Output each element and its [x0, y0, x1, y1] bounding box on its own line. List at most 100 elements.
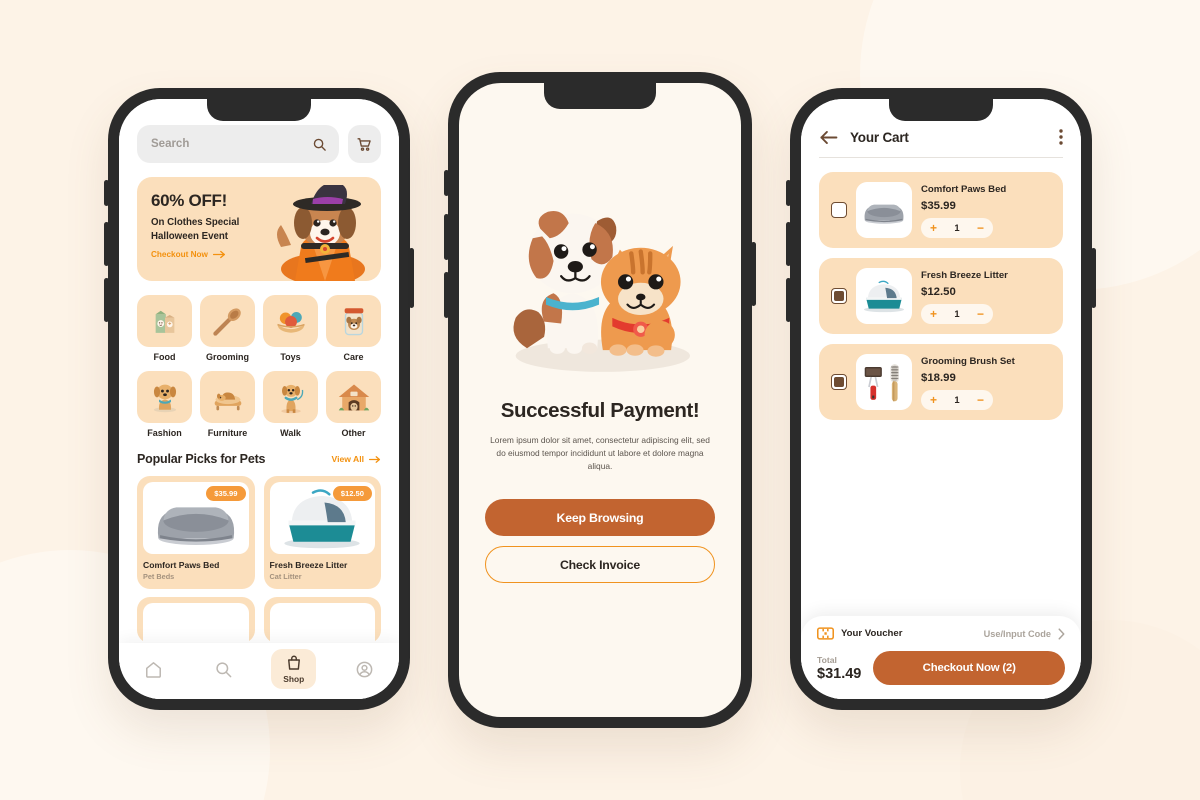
cart-button[interactable]	[348, 125, 381, 163]
product-card[interactable]	[137, 597, 255, 643]
cart-item-price: $18.99	[921, 371, 956, 384]
cart-screen: Your Cart Comfort Paws Bed $35.99 + 1 − …	[801, 99, 1081, 699]
cart-item-info: Grooming Brush Set $18.99 + 1 −	[921, 355, 1051, 410]
phone-button-power	[409, 248, 414, 308]
search-input[interactable]	[151, 138, 306, 150]
search-icon[interactable]	[312, 137, 327, 152]
tab-account[interactable]	[343, 655, 386, 684]
tab-shop[interactable]: Shop	[271, 649, 317, 689]
quantity-decrease-button[interactable]: −	[977, 308, 984, 320]
dog-on-leash-icon	[263, 371, 318, 423]
voucher-action-label[interactable]: Use/Input Code	[984, 629, 1051, 639]
ticket-icon	[817, 627, 834, 640]
phone-button-volume-up	[786, 222, 791, 266]
quantity-stepper[interactable]: + 1 −	[921, 303, 993, 324]
cart-footer: Your Voucher Use/Input Code Total $31.49…	[801, 616, 1081, 699]
quantity-value: 1	[954, 222, 960, 233]
arrow-left-icon[interactable]	[819, 130, 838, 145]
cart-item-checkbox[interactable]	[831, 288, 847, 304]
phone-button-power	[751, 242, 756, 306]
cart-item-name: Grooming Brush Set	[921, 355, 1015, 367]
product-price-badge: $12.50	[332, 486, 372, 501]
phone-button-mute	[786, 180, 791, 206]
category-label: Food	[153, 352, 176, 362]
product-price-badge: $35.99	[206, 486, 246, 501]
dog-in-witch-hat-illustration	[277, 185, 365, 281]
quantity-increase-button[interactable]: +	[930, 394, 937, 406]
quantity-increase-button[interactable]: +	[930, 222, 937, 234]
category-item-fashion[interactable]: Fashion	[137, 371, 192, 438]
cart-item-info: Fresh Breeze Litter $12.50 + 1 −	[921, 269, 1051, 324]
dog-with-scarf-icon	[137, 371, 192, 423]
quantity-stepper[interactable]: + 1 −	[921, 217, 993, 238]
more-vertical-icon[interactable]	[1059, 129, 1063, 145]
view-all-link[interactable]: View All	[332, 454, 381, 464]
promo-subline-1: On Clothes Special	[151, 217, 240, 228]
cart-item-name: Fresh Breeze Litter	[921, 269, 1008, 281]
user-account-icon	[355, 660, 374, 679]
phone-button-volume-down	[444, 272, 449, 318]
category-item-other[interactable]: Other	[326, 371, 381, 438]
bottom-tab-bar: Shop	[119, 643, 399, 699]
arrow-right-icon	[369, 455, 381, 464]
shopping-bag-icon	[285, 654, 303, 672]
tab-search[interactable]	[202, 655, 245, 684]
category-item-care[interactable]: Care	[326, 295, 381, 362]
category-item-food[interactable]: Food	[137, 295, 192, 362]
promo-banner[interactable]: 60% OFF! On Clothes Special Halloween Ev…	[137, 177, 381, 281]
phone-notch	[544, 83, 656, 109]
quantity-decrease-button[interactable]: −	[977, 222, 984, 234]
product-grid-next-row	[137, 597, 381, 643]
product-category: Cat Litter	[269, 572, 302, 581]
table-row[interactable]: Grooming Brush Set $18.99 + 1 −	[819, 344, 1063, 420]
ball-toys-bowl-icon	[263, 295, 318, 347]
category-item-furniture[interactable]: Furniture	[200, 371, 255, 438]
home-screen: 60% OFF! On Clothes Special Halloween Ev…	[119, 99, 399, 699]
table-row[interactable]: Fresh Breeze Litter $12.50 + 1 −	[819, 258, 1063, 334]
cart-header-row: Your Cart	[819, 129, 1063, 145]
cart-item-checkbox[interactable]	[831, 374, 847, 390]
phone-notch	[207, 99, 311, 121]
category-label: Other	[341, 428, 366, 438]
phone-button-mute	[104, 180, 109, 206]
category-label: Toys	[280, 352, 301, 362]
view-all-label: View All	[331, 454, 364, 464]
quantity-value: 1	[954, 308, 960, 319]
table-row[interactable]: Comfort Paws Bed $35.99 + 1 −	[819, 172, 1063, 248]
home-scroll-area[interactable]: 60% OFF! On Clothes Special Halloween Ev…	[119, 99, 399, 643]
keep-browsing-button[interactable]: Keep Browsing	[485, 499, 715, 536]
quantity-increase-button[interactable]: +	[930, 308, 937, 320]
tab-home[interactable]	[132, 655, 175, 684]
phone-button-volume-up	[444, 214, 449, 260]
search-icon	[214, 660, 233, 679]
category-item-walk[interactable]: Walk	[263, 371, 318, 438]
product-card[interactable]	[263, 597, 381, 643]
shopping-cart-icon	[356, 136, 373, 153]
cart-item-checkbox[interactable]	[831, 202, 847, 218]
search-bar[interactable]	[137, 125, 339, 163]
phone-button-volume-up	[104, 222, 109, 266]
category-label: Fashion	[147, 428, 182, 438]
category-item-toys[interactable]: Toys	[263, 295, 318, 362]
quantity-stepper[interactable]: + 1 −	[921, 389, 993, 410]
category-grid: Food Grooming Toys Care Fashion Furnitur…	[137, 295, 381, 438]
checkout-button[interactable]: Checkout Now (2)	[873, 651, 1065, 685]
phone-button-volume-down	[786, 278, 791, 322]
voucher-row[interactable]: Your Voucher Use/Input Code	[817, 627, 1065, 640]
phone-notch	[889, 99, 993, 121]
cart-item-price: $12.50	[921, 285, 956, 298]
quantity-decrease-button[interactable]: −	[977, 394, 984, 406]
product-card[interactable]: $12.50 Fresh Breeze Litter Cat Litter	[263, 476, 381, 589]
phone-button-power	[1091, 248, 1096, 308]
product-name: Comfort Paws Bed	[143, 560, 220, 570]
check-invoice-button[interactable]: Check Invoice	[485, 546, 715, 583]
dog-and-cat-illustration	[513, 210, 691, 372]
total-row: Total $31.49 Checkout Now (2)	[817, 651, 1065, 685]
total-box: Total $31.49	[817, 655, 861, 682]
total-value: $31.49	[817, 665, 862, 682]
pet-bed-icon	[200, 371, 255, 423]
product-card[interactable]: $35.99 Comfort Paws Bed Pet Beds	[137, 476, 255, 589]
grey-pet-bed-photo	[856, 182, 912, 238]
category-item-grooming[interactable]: Grooming	[200, 295, 255, 362]
chevron-right-icon[interactable]	[1058, 627, 1065, 640]
